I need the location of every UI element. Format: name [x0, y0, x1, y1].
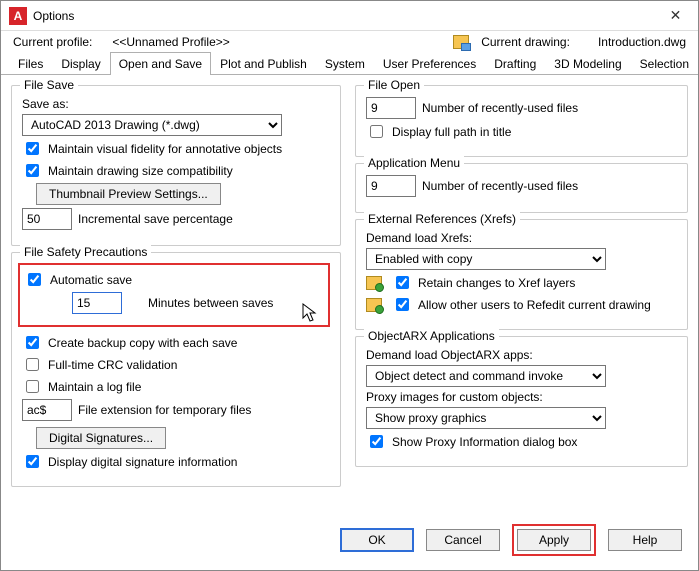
dialog-footer: OK Cancel Apply Help — [1, 510, 698, 570]
tab-selection[interactable]: Selection — [631, 52, 698, 75]
refedit-checkbox[interactable] — [396, 298, 409, 311]
thumbnail-preview-button[interactable]: Thumbnail Preview Settings... — [36, 183, 221, 205]
drawing-icon — [453, 35, 469, 49]
appmenu-recent-label: Number of recently-used files — [422, 179, 578, 193]
help-button[interactable]: Help — [608, 529, 682, 551]
tab-files[interactable]: Files — [9, 52, 52, 75]
temp-ext-input[interactable] — [22, 399, 72, 421]
display-signature-label: Display digital signature information — [48, 455, 237, 469]
log-file-label: Maintain a log file — [48, 380, 141, 394]
recent-files-input[interactable] — [366, 97, 416, 119]
demand-arx-label: Demand load ObjectARX apps: — [366, 348, 533, 362]
current-drawing-label: Current drawing: — [481, 35, 570, 49]
automatic-save-checkbox[interactable] — [28, 273, 41, 286]
cancel-button[interactable]: Cancel — [426, 529, 500, 551]
group-file-safety: File Safety Precautions Automatic save M… — [11, 252, 341, 487]
tab-content: File Save Save as: AutoCAD 2013 Drawing … — [1, 75, 698, 510]
retain-xref-checkbox[interactable] — [396, 276, 409, 289]
group-objectarx: ObjectARX Applications Demand load Objec… — [355, 336, 688, 467]
tab-open-and-save[interactable]: Open and Save — [110, 52, 211, 75]
retain-xref-label: Retain changes to Xref layers — [418, 276, 575, 290]
proxy-images-select[interactable]: Show proxy graphics — [366, 407, 606, 429]
full-path-checkbox[interactable] — [370, 125, 383, 138]
size-compat-label: Maintain drawing size compatibility — [48, 164, 233, 178]
xref-retain-icon — [366, 276, 382, 290]
save-as-select[interactable]: AutoCAD 2013 Drawing (*.dwg) — [22, 114, 282, 136]
group-file-open-title: File Open — [364, 78, 424, 92]
annotative-fidelity-checkbox[interactable] — [26, 142, 39, 155]
window-title: Options — [33, 9, 74, 23]
proxy-info-label: Show Proxy Information dialog box — [392, 435, 577, 449]
tabstrip: Files Display Open and Save Plot and Pub… — [1, 51, 698, 75]
annotative-fidelity-label: Maintain visual fidelity for annotative … — [48, 142, 282, 156]
group-file-safety-title: File Safety Precautions — [20, 245, 151, 259]
ok-button[interactable]: OK — [340, 528, 414, 552]
incremental-save-label: Incremental save percentage — [78, 212, 233, 226]
refedit-label: Allow other users to Refedit current dra… — [418, 298, 651, 312]
display-signature-checkbox[interactable] — [26, 455, 39, 468]
apply-button[interactable]: Apply — [517, 529, 591, 551]
save-as-label: Save as: — [22, 97, 69, 111]
backup-copy-checkbox[interactable] — [26, 336, 39, 349]
close-icon[interactable]: ✕ — [653, 1, 698, 31]
options-dialog: A Options ✕ Current profile: <<Unnamed P… — [0, 0, 699, 571]
tab-system[interactable]: System — [316, 52, 374, 75]
tab-drafting[interactable]: Drafting — [485, 52, 545, 75]
demand-xrefs-label: Demand load Xrefs: — [366, 231, 472, 245]
automatic-save-label: Automatic save — [50, 273, 132, 287]
size-compat-checkbox[interactable] — [26, 164, 39, 177]
current-profile-label: Current profile: — [13, 35, 92, 49]
log-file-checkbox[interactable] — [26, 380, 39, 393]
recent-files-label: Number of recently-used files — [422, 101, 578, 115]
autosave-minutes-input[interactable] — [72, 292, 122, 314]
demand-arx-select[interactable]: Object detect and command invoke — [366, 365, 606, 387]
tab-3d-modeling[interactable]: 3D Modeling — [545, 52, 630, 75]
group-file-open: File Open Number of recently-used files … — [355, 85, 688, 157]
appmenu-recent-input[interactable] — [366, 175, 416, 197]
full-path-label: Display full path in title — [392, 125, 511, 139]
demand-xrefs-select[interactable]: Enabled with copy — [366, 248, 606, 270]
tab-display[interactable]: Display — [52, 52, 109, 75]
group-xrefs: External References (Xrefs) Demand load … — [355, 219, 688, 330]
group-objectarx-title: ObjectARX Applications — [364, 329, 499, 343]
app-icon: A — [9, 7, 27, 25]
tab-user-preferences[interactable]: User Preferences — [374, 52, 485, 75]
proxy-images-label: Proxy images for custom objects: — [366, 390, 543, 404]
tab-plot-and-publish[interactable]: Plot and Publish — [211, 52, 316, 75]
group-xrefs-title: External References (Xrefs) — [364, 212, 520, 226]
current-drawing-value: Introduction.dwg — [598, 35, 686, 49]
group-application-menu: Application Menu Number of recently-used… — [355, 163, 688, 213]
titlebar: A Options ✕ — [1, 1, 698, 31]
group-file-save-title: File Save — [20, 78, 78, 92]
apply-highlight: Apply — [512, 524, 596, 556]
proxy-info-checkbox[interactable] — [370, 435, 383, 448]
group-file-save: File Save Save as: AutoCAD 2013 Drawing … — [11, 85, 341, 246]
temp-ext-label: File extension for temporary files — [78, 403, 251, 417]
autosave-minutes-label: Minutes between saves — [148, 296, 273, 310]
backup-copy-label: Create backup copy with each save — [48, 336, 237, 350]
incremental-save-input[interactable] — [22, 208, 72, 230]
digital-signatures-button[interactable]: Digital Signatures... — [36, 427, 166, 449]
autosave-highlight: Automatic save Minutes between saves — [18, 263, 330, 327]
crc-label: Full-time CRC validation — [48, 358, 177, 372]
current-profile-value: <<Unnamed Profile>> — [112, 35, 229, 49]
header-row: Current profile: <<Unnamed Profile>> Cur… — [1, 31, 698, 51]
xref-refedit-icon — [366, 298, 382, 312]
group-application-menu-title: Application Menu — [364, 156, 464, 170]
crc-checkbox[interactable] — [26, 358, 39, 371]
